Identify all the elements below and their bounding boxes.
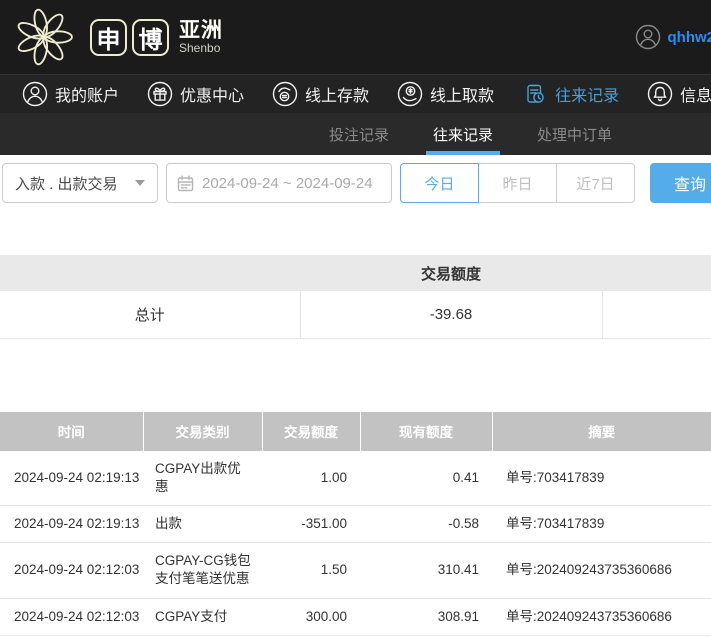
tab-betting-records[interactable]: 投注记录 bbox=[322, 113, 396, 155]
nav-label: 优惠中心 bbox=[180, 82, 244, 106]
nav-label: 往来记录 bbox=[555, 82, 619, 106]
table-row: 2024-09-24 02:19:13 出款 -351.00 -0.58 单号:… bbox=[0, 505, 711, 542]
cell-memo: 单号:202409243735360686 bbox=[492, 543, 711, 598]
records-subnav: 投注记录 往来记录 处理中订单 bbox=[0, 113, 711, 155]
yesterday-button[interactable]: 昨日 bbox=[478, 163, 557, 203]
today-button[interactable]: 今日 bbox=[400, 163, 479, 203]
filter-bar: 入款 . 出款交易 2024-09-24 ~ 2024-09-24 今日 昨日 … bbox=[0, 163, 711, 211]
deposit-icon bbox=[272, 81, 298, 107]
cell-type: CGPAY出款优惠 bbox=[143, 451, 262, 506]
cell-amount: -351.00 bbox=[262, 505, 360, 542]
table-row: 2024-09-24 02:12:03 CGPAY支付 300.00 308.9… bbox=[0, 598, 711, 635]
table-row: 2024-09-24 02:19:13 CGPAY出款优惠 1.00 0.41 … bbox=[0, 451, 711, 506]
quick-date-buttons: 今日 昨日 近7日 bbox=[400, 163, 635, 203]
records-icon bbox=[522, 81, 548, 107]
account-menu[interactable]: qhhw2 bbox=[635, 24, 711, 50]
col-header-time: 时间 bbox=[0, 412, 143, 451]
tab-transaction-records[interactable]: 往来记录 bbox=[426, 113, 500, 155]
col-header-balance: 现有额度 bbox=[360, 412, 492, 451]
site-logo[interactable]: 申 博 亚洲 Shenbo bbox=[14, 7, 223, 67]
transaction-records-page: 申 博 亚洲 Shenbo qhhw2 我的账户 bbox=[0, 0, 711, 638]
query-button[interactable]: 查询 bbox=[650, 163, 711, 203]
col-header-memo: 摘要 bbox=[492, 412, 711, 451]
bell-icon bbox=[647, 81, 673, 107]
transaction-type-select[interactable]: 入款 . 出款交易 bbox=[2, 163, 158, 203]
summary-header-spacer bbox=[602, 255, 711, 291]
col-header-type: 交易类别 bbox=[143, 412, 262, 451]
logo-char-shen: 申 bbox=[90, 19, 127, 56]
transaction-type-value: 入款 . 出款交易 bbox=[15, 173, 118, 194]
avatar-icon bbox=[635, 24, 661, 50]
nav-label: 线上存款 bbox=[305, 82, 369, 106]
nav-item-messages[interactable]: 信息 bbox=[647, 81, 711, 107]
logo-characters: 申 博 bbox=[90, 19, 169, 56]
summary-header-label: 交易额度 bbox=[300, 255, 602, 291]
nav-item-my-account[interactable]: 我的账户 bbox=[22, 81, 119, 107]
cell-amount: 300.00 bbox=[262, 598, 360, 635]
summary-empty-cell bbox=[602, 291, 711, 338]
cell-time: 2024-09-24 02:19:13 bbox=[0, 505, 143, 542]
cell-memo: 单号:703417839 bbox=[492, 505, 711, 542]
logo-text: 亚洲 Shenbo bbox=[179, 20, 223, 55]
chevron-down-icon bbox=[135, 180, 145, 186]
summary-total-label: 总计 bbox=[0, 291, 300, 338]
summary-total-value: -39.68 bbox=[300, 291, 602, 338]
table-header-row: 时间 交易类别 交易额度 现有额度 摘要 bbox=[0, 412, 711, 451]
date-range-input[interactable]: 2024-09-24 ~ 2024-09-24 bbox=[166, 163, 392, 203]
tab-processing-orders[interactable]: 处理中订单 bbox=[530, 113, 619, 155]
nav-label: 我的账户 bbox=[55, 82, 119, 106]
cell-time: 2024-09-24 02:19:13 bbox=[0, 451, 143, 506]
col-header-amount: 交易额度 bbox=[262, 412, 360, 451]
cell-balance: 310.41 bbox=[360, 543, 492, 598]
cell-memo: 单号:703417839 bbox=[492, 451, 711, 506]
gift-icon bbox=[147, 81, 173, 107]
cell-amount: 1.00 bbox=[262, 451, 360, 506]
date-range-value: 2024-09-24 ~ 2024-09-24 bbox=[202, 175, 373, 192]
nav-item-withdrawal[interactable]: 线上取款 bbox=[397, 81, 494, 107]
cell-type: 出款 bbox=[143, 505, 262, 542]
cell-time: 2024-09-24 02:12:03 bbox=[0, 543, 143, 598]
top-header: 申 博 亚洲 Shenbo qhhw2 bbox=[0, 0, 711, 75]
cell-balance: -0.58 bbox=[360, 505, 492, 542]
nav-item-promotions[interactable]: 优惠中心 bbox=[147, 81, 244, 107]
cell-memo: 单号:202409243735360686 bbox=[492, 598, 711, 635]
cell-balance: 0.41 bbox=[360, 451, 492, 506]
flower-logo-icon bbox=[14, 7, 74, 67]
username[interactable]: qhhw2 bbox=[668, 29, 711, 46]
nav-item-transaction-records[interactable]: 往来记录 bbox=[522, 81, 619, 107]
logo-region: 亚洲 bbox=[179, 20, 223, 42]
logo-char-bo: 博 bbox=[132, 19, 169, 56]
summary-header-spacer bbox=[0, 255, 300, 291]
nav-item-deposit[interactable]: 线上存款 bbox=[272, 81, 369, 107]
logo-subtitle: Shenbo bbox=[179, 42, 223, 55]
withdraw-icon bbox=[397, 81, 423, 107]
summary-total-row: 总计 -39.68 bbox=[0, 291, 711, 338]
nav-label: 线上取款 bbox=[430, 82, 494, 106]
summary-header-row: 交易额度 bbox=[0, 255, 711, 291]
user-icon bbox=[22, 81, 48, 107]
summary-table: 交易额度 总计 -39.68 bbox=[0, 255, 711, 339]
cell-time: 2024-09-24 02:12:03 bbox=[0, 598, 143, 635]
calendar-icon bbox=[177, 175, 194, 192]
main-navigation: 我的账户 优惠中心 线上存款 bbox=[0, 75, 711, 113]
cell-type: CGPAY-CG钱包支付笔笔送优惠 bbox=[143, 543, 262, 598]
last-7-days-button[interactable]: 近7日 bbox=[556, 163, 635, 203]
cell-balance: 308.91 bbox=[360, 598, 492, 635]
transactions-table: 时间 交易类别 交易额度 现有额度 摘要 2024-09-24 02:19:13… bbox=[0, 412, 711, 638]
cell-type: CGPAY支付 bbox=[143, 598, 262, 635]
cell-amount: 1.50 bbox=[262, 543, 360, 598]
nav-label: 信息 bbox=[680, 82, 711, 106]
table-row: 2024-09-24 02:12:03 CGPAY-CG钱包支付笔笔送优惠 1.… bbox=[0, 543, 711, 598]
